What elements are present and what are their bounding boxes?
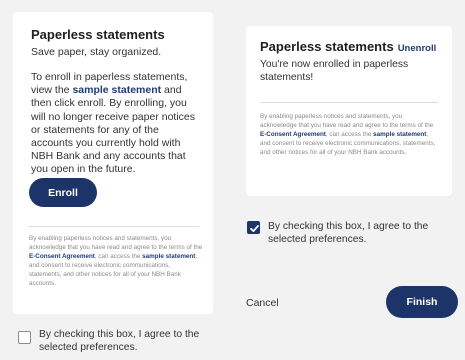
unenroll-link[interactable]: Unenroll (398, 43, 437, 54)
consent-label: By checking this box, I agree to the sel… (268, 221, 429, 245)
description-text-continued: and then click enroll. By enrolling, you… (31, 84, 196, 176)
consent-label: By checking this box, I agree to the sel… (39, 329, 200, 353)
e-consent-agreement-link[interactable]: E-Consent Agreement (29, 253, 95, 260)
enroll-button[interactable]: Enroll (29, 178, 97, 207)
consent-checkbox-checked[interactable] (247, 221, 260, 234)
enroll-description: To enroll in paperless statements, view … (31, 71, 197, 177)
card-title: Paperless statements (31, 27, 165, 42)
cancel-button[interactable]: Cancel (246, 297, 279, 309)
fine-sample-statement-link[interactable]: sample statement (142, 253, 195, 260)
divider (260, 102, 438, 103)
card-title: Paperless statements (260, 39, 394, 54)
checkmark-icon (250, 225, 259, 232)
fine-print: By enabling paperless notices and statem… (29, 234, 203, 288)
enrolled-message: You're now enrolled in paperless stateme… (260, 59, 409, 83)
fine-print-text-2: , can access the (94, 253, 143, 260)
e-consent-agreement-link[interactable]: E-Consent Agreement (260, 131, 326, 138)
finish-button[interactable]: Finish (386, 286, 458, 318)
paperless-card: Paperless statements Save paper, stay or… (13, 12, 213, 314)
paperless-enrolled-card: Paperless statements Unenroll You're now… (246, 26, 452, 196)
divider (29, 226, 199, 227)
sample-statement-link[interactable]: sample statement (72, 84, 161, 96)
card-header: Paperless statements Unenroll (260, 39, 438, 54)
fine-print: By enabling paperless notices and statem… (260, 112, 438, 157)
fine-print-text-2: , can access the (325, 131, 374, 138)
fine-print-text: By enabling paperless notices and statem… (260, 113, 434, 129)
enrolled-screen: Paperless statements Unenroll You're now… (236, 0, 465, 360)
fine-sample-statement-link[interactable]: sample statement (373, 131, 426, 138)
consent-checkbox[interactable] (18, 331, 31, 344)
card-subtitle: Save paper, stay organized. (31, 46, 162, 58)
fine-print-text: By enabling paperless notices and statem… (29, 235, 203, 251)
enroll-screen: Paperless statements Save paper, stay or… (0, 0, 228, 360)
